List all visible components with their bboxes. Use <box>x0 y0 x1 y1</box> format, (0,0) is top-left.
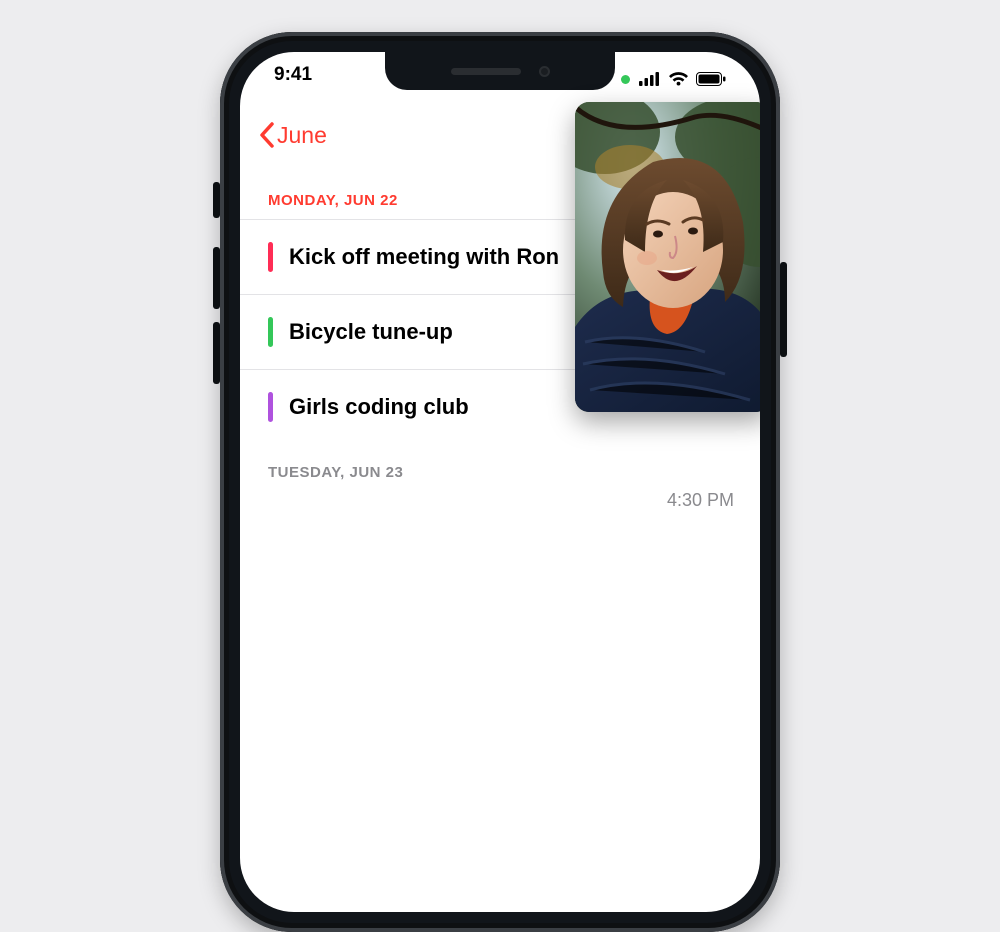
back-button[interactable]: June <box>258 121 327 149</box>
back-label: June <box>277 122 327 149</box>
event-title: Kick off meeting with Ron <box>289 244 559 270</box>
picture-in-picture-window[interactable] <box>575 102 760 412</box>
power-button[interactable] <box>780 262 787 357</box>
cellular-signal-icon <box>639 72 661 86</box>
event-title: Girls coding club <box>289 394 469 420</box>
mute-switch[interactable] <box>213 182 220 218</box>
volume-down-button[interactable] <box>213 322 220 384</box>
event-time: 4:30 PM <box>667 490 734 511</box>
wifi-icon <box>668 72 689 87</box>
event-title: Bicycle tune-up <box>289 319 453 345</box>
screen: 9:41 June <box>240 52 760 912</box>
volume-up-button[interactable] <box>213 247 220 309</box>
calendar-color-bar <box>268 392 273 422</box>
status-bar: 9:41 <box>240 64 760 94</box>
camera-in-use-indicator-icon <box>621 75 630 84</box>
facetime-video-thumbnail <box>575 102 760 412</box>
calendar-color-bar <box>268 317 273 347</box>
section-header: Tuesday, Jun 23 <box>240 444 760 491</box>
battery-icon <box>696 72 726 86</box>
status-time: 9:41 <box>274 64 312 94</box>
chevron-left-icon <box>258 121 275 149</box>
iphone-device-frame: 9:41 June <box>220 32 780 932</box>
calendar-color-bar <box>268 242 273 272</box>
